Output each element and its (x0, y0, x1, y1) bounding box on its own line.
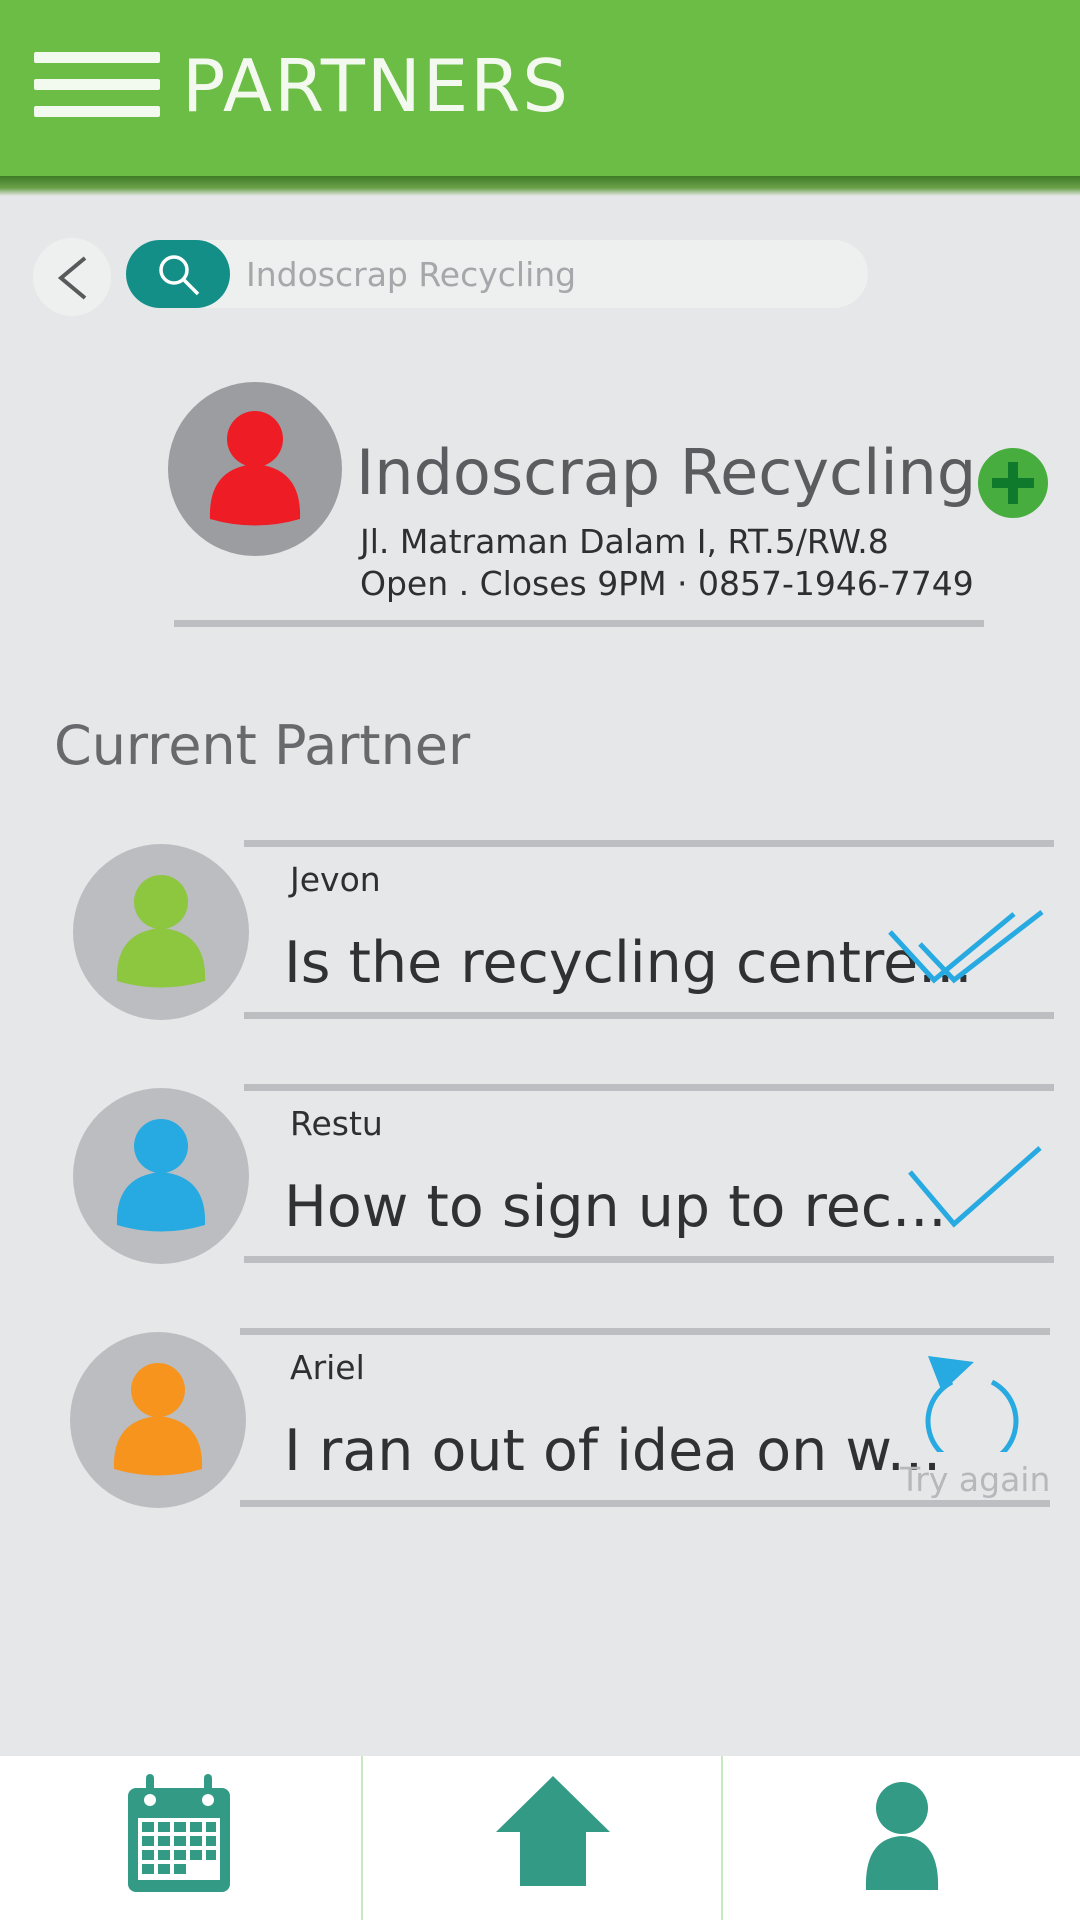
chat-item[interactable]: Jevon Is the recycling centre... (0, 840, 1080, 1034)
chat-item[interactable]: Restu How to sign up to rec... (0, 1084, 1080, 1278)
divider (244, 1084, 1054, 1091)
business-address: Jl. Matraman Dalam I, RT.5/RW.8 (360, 522, 889, 561)
check-icon (908, 1146, 1042, 1228)
chat-sender-name: Ariel (290, 1348, 365, 1387)
chat-message-preview: How to sign up to rec... (284, 1174, 947, 1240)
double-check-icon (888, 910, 1044, 984)
back-button[interactable] (33, 238, 111, 316)
retry-label[interactable]: Try again (900, 1460, 1050, 1499)
person-icon (116, 875, 206, 988)
bottom-nav (0, 1756, 1080, 1920)
business-hours-phone: Open . Closes 9PM · 0857-1946-7749 (360, 564, 974, 603)
search-input[interactable] (246, 246, 846, 302)
app-bar: PARTNERS (0, 0, 1080, 176)
avatar (73, 844, 249, 1020)
home-icon (496, 1776, 610, 1886)
search-icon (159, 255, 200, 296)
chat-sender-name: Jevon (290, 860, 381, 899)
chat-message-preview: I ran out of idea on w... (284, 1418, 942, 1484)
divider (244, 1256, 1054, 1263)
search-bar (126, 240, 868, 308)
divider (174, 620, 984, 627)
search-button[interactable] (126, 240, 230, 308)
nav-profile[interactable] (722, 1756, 1080, 1920)
calendar-icon (128, 1774, 230, 1892)
app-bar-shadow (0, 176, 1080, 196)
divider (244, 1012, 1054, 1019)
chat-item[interactable]: Ariel I ran out of idea on w... Try agai… (0, 1328, 1080, 1522)
avatar (70, 1332, 246, 1508)
business-avatar (168, 382, 342, 556)
nav-home[interactable] (362, 1756, 722, 1920)
add-partner-button[interactable] (978, 448, 1048, 518)
avatar (73, 1088, 249, 1264)
section-title: Current Partner (54, 714, 471, 777)
retry-icon[interactable] (912, 1352, 1022, 1452)
business-name[interactable]: Indoscrap Recycling (356, 436, 976, 509)
divider (240, 1500, 1050, 1507)
page-title: PARTNERS (182, 44, 570, 128)
divider (240, 1328, 1050, 1335)
nav-calendar[interactable] (0, 1756, 360, 1920)
chat-message-preview: Is the recycling centre... (284, 930, 973, 996)
divider (244, 840, 1054, 847)
menu-icon[interactable] (34, 52, 160, 118)
person-icon (113, 1363, 203, 1476)
person-icon (209, 411, 301, 526)
profile-icon (865, 1782, 939, 1890)
person-icon (116, 1119, 206, 1232)
chevron-left-icon (57, 256, 87, 300)
chat-sender-name: Restu (290, 1104, 383, 1143)
